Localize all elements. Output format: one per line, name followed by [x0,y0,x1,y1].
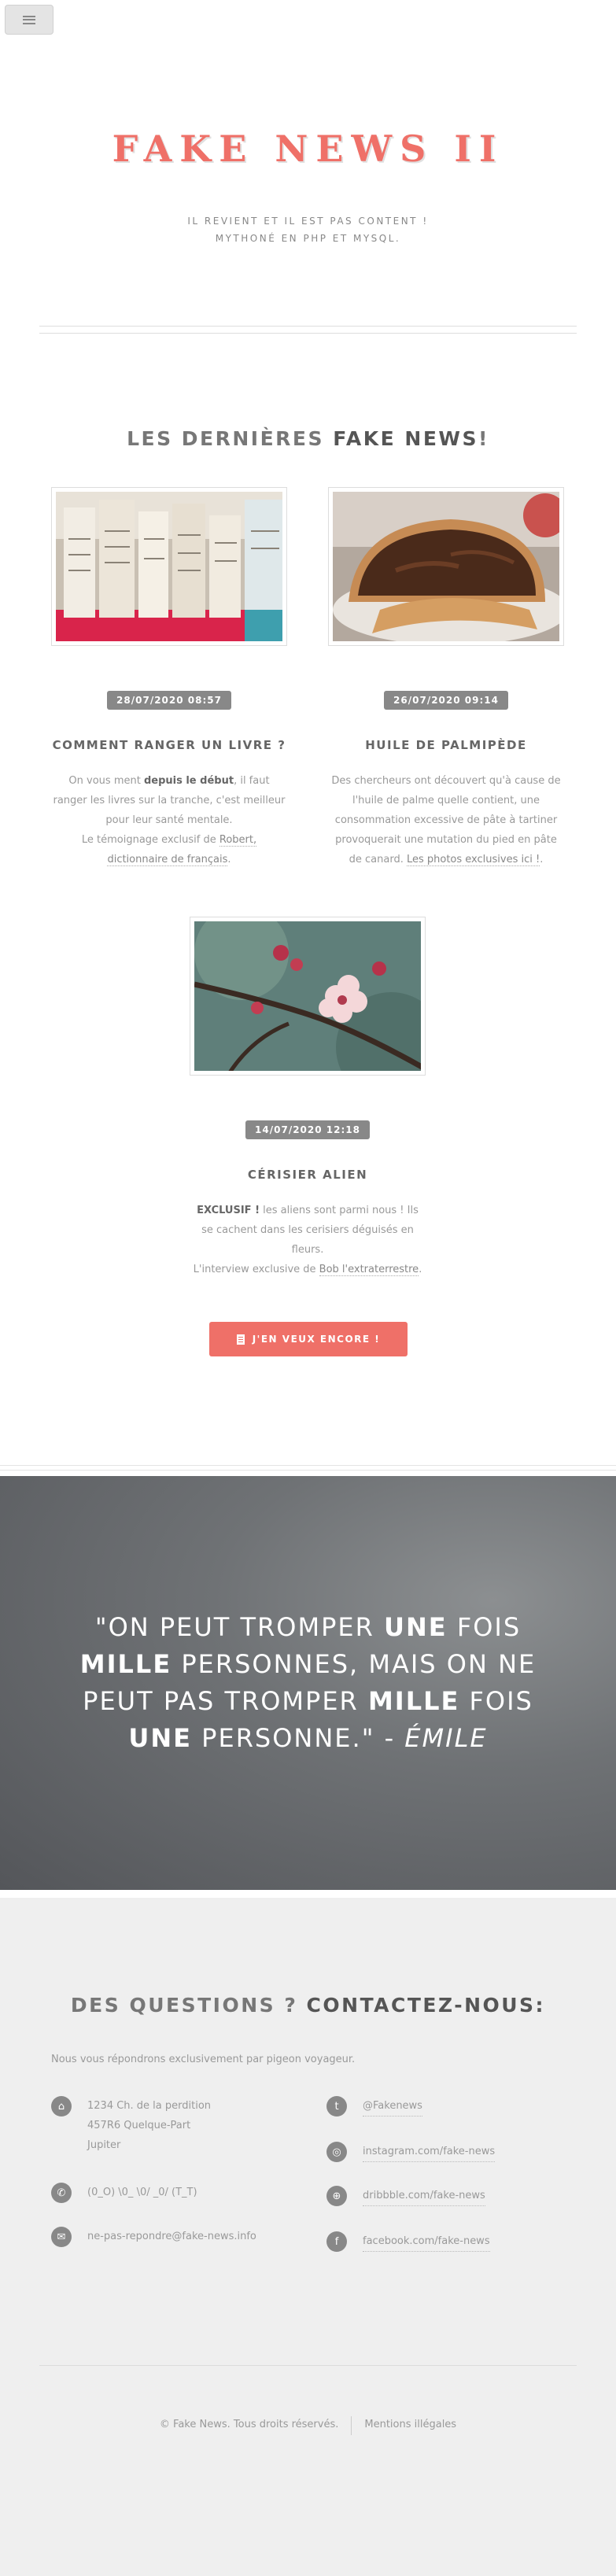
quote-part: FOIS [447,1612,522,1642]
excerpt-text: . [540,854,544,865]
excerpt-text: . [419,1264,422,1275]
article-date-badge: 26/07/2020 09:14 [384,691,508,710]
news-title-suffix: ! [478,427,489,450]
excerpt-text: Des chercheurs ont découvert qu'à cause … [331,775,561,865]
article-excerpt: Des chercheurs ont découvert qu'à cause … [328,771,564,869]
quote-emphasis: MILLE [367,1686,460,1716]
facebook-icon: f [326,2231,347,2252]
contact-subtitle: Nous vous répondrons exclusivement par p… [51,2054,356,2065]
article-title[interactable]: HUILE DE PALMIPÈDE [304,738,588,752]
article-image-blossom[interactable] [190,917,425,1075]
excerpt-bold: EXCLUSIF ! [197,1205,260,1216]
excerpt-text: On vous ment [68,775,144,787]
quote-part: "ON PEUT TROMPER [94,1612,385,1642]
quote-author: ÉMILE [404,1723,488,1753]
phone-icon: ✆ [51,2183,72,2203]
article-link[interactable]: Les photos exclusives ici ! [406,854,540,866]
article-card: 26/07/2020 09:14 HUILE DE PALMIPÈDE Des … [304,488,588,869]
article-date-badge: 14/07/2020 12:18 [245,1120,370,1139]
quote-part: PERSONNE." - [192,1723,405,1753]
quote-emphasis: UNE [128,1723,192,1753]
excerpt-bold: depuis le début [143,775,234,787]
article-link[interactable]: Bob l'extraterrestre [319,1264,419,1276]
contact-instagram: ◎ instagram.com/fake-news [326,2142,496,2162]
dribbble-link[interactable]: dribbble.com/fake-news [363,2186,485,2206]
article-image-books[interactable] [52,488,286,645]
facebook-link[interactable]: facebook.com/fake-news [363,2231,490,2252]
section-divider [0,1470,616,1471]
section-divider [0,1465,616,1466]
article-excerpt: EXCLUSIF ! les aliens sont parmi nous ! … [190,1201,426,1279]
contact-email: ✉ ne-pas-repondre@fake-news.info [51,2227,256,2247]
news-section-title: LES DERNIÈRES FAKE NEWS! [0,427,616,450]
more-news-button[interactable]: J'EN VEUX ENCORE ! [209,1322,408,1356]
instagram-link[interactable]: instagram.com/fake-news [363,2142,496,2162]
tagline-line: IL REVIENT ET IL EST PAS CONTENT ! [187,216,429,227]
contact-section: DES QUESTIONS ? CONTACTEZ-NOUS: Nous vou… [0,1898,616,2576]
footer-divider [39,2365,577,2366]
envelope-icon: ✉ [51,2227,72,2247]
article-title[interactable]: CÉRISIER ALIEN [166,1168,449,1182]
contact-address: ⌂ 1234 Ch. de la perdition 457R6 Quelque-… [51,2096,211,2155]
contact-title-bold: CONTACTEZ-NOUS: [306,1994,546,2017]
quote-emphasis: UNE [384,1612,448,1642]
site-footer: © Fake News. Tous droits réservés. Menti… [0,2416,616,2435]
contact-facebook: f facebook.com/fake-news [326,2231,490,2252]
news-title-bold: FAKE NEWS [333,427,479,450]
article-image-toast[interactable] [329,488,563,645]
excerpt-text: L'interview exclusive de [193,1264,319,1275]
site-title: FAKE NEWS II [112,127,504,170]
dribbble-icon: ⊕ [326,2186,347,2206]
address-line: Jupiter [87,2139,121,2151]
phone-number: (0_O) \0_ \0/ _0/ (T_T) [87,2187,197,2198]
site-tagline: IL REVIENT ET IL EST PAS CONTENT ! MYTHO… [0,212,616,247]
contact-dribbble: ⊕ dribbble.com/fake-news [326,2186,485,2206]
twitter-icon: t [326,2096,347,2117]
address-line: 1234 Ch. de la perdition [87,2100,212,2112]
news-title-prefix: LES DERNIÈRES [127,427,334,450]
article-title[interactable]: COMMENT RANGER UN LIVRE ? [28,738,311,752]
article-card: 28/07/2020 08:57 COMMENT RANGER UN LIVRE… [28,488,311,869]
instagram-icon: ◎ [326,2142,347,2162]
article-excerpt: On vous ment depuis le début, il faut ra… [51,771,287,869]
address-line: 457R6 Quelque-Part [87,2120,191,2131]
contact-title-prefix: DES QUESTIONS ? [70,1994,307,2017]
twitter-link[interactable]: @Fakenews [363,2096,422,2117]
excerpt-text: Le témoignage exclusif de [81,834,219,846]
document-icon [236,1334,245,1345]
footer-copyright: © Fake News. Tous droits réservés. [159,2419,339,2430]
site-header: FAKE NEWS II IL REVIENT ET IL EST PAS CO… [0,0,616,346]
quote-text: "ON PEUT TROMPER UNE FOIS MILLE PERSONNE… [57,1609,560,1757]
footer-legal-link[interactable]: Mentions illégales [364,2419,456,2435]
header-divider [39,326,577,334]
footer-separator [351,2416,352,2435]
contact-section-title: DES QUESTIONS ? CONTACTEZ-NOUS: [0,1994,616,2017]
article-card: 14/07/2020 12:18 CÉRISIER ALIEN EXCLUSIF… [166,917,449,1279]
contact-phone: ✆ (0_O) \0_ \0/ _0/ (T_T) [51,2183,197,2203]
contact-twitter: t @Fakenews [326,2096,422,2117]
article-date-badge: 28/07/2020 08:57 [107,691,231,710]
more-news-label: J'EN VEUX ENCORE ! [252,1334,381,1345]
quote-banner: "ON PEUT TROMPER UNE FOIS MILLE PERSONNE… [0,1476,616,1890]
home-icon: ⌂ [51,2096,72,2117]
tagline-line: MYTHONÉ EN PHP ET MYSQL. [215,233,401,244]
quote-part: FOIS [459,1686,533,1716]
email-address: ne-pas-repondre@fake-news.info [87,2231,256,2242]
excerpt-text: . [227,854,231,865]
quote-emphasis: MILLE [79,1649,172,1679]
